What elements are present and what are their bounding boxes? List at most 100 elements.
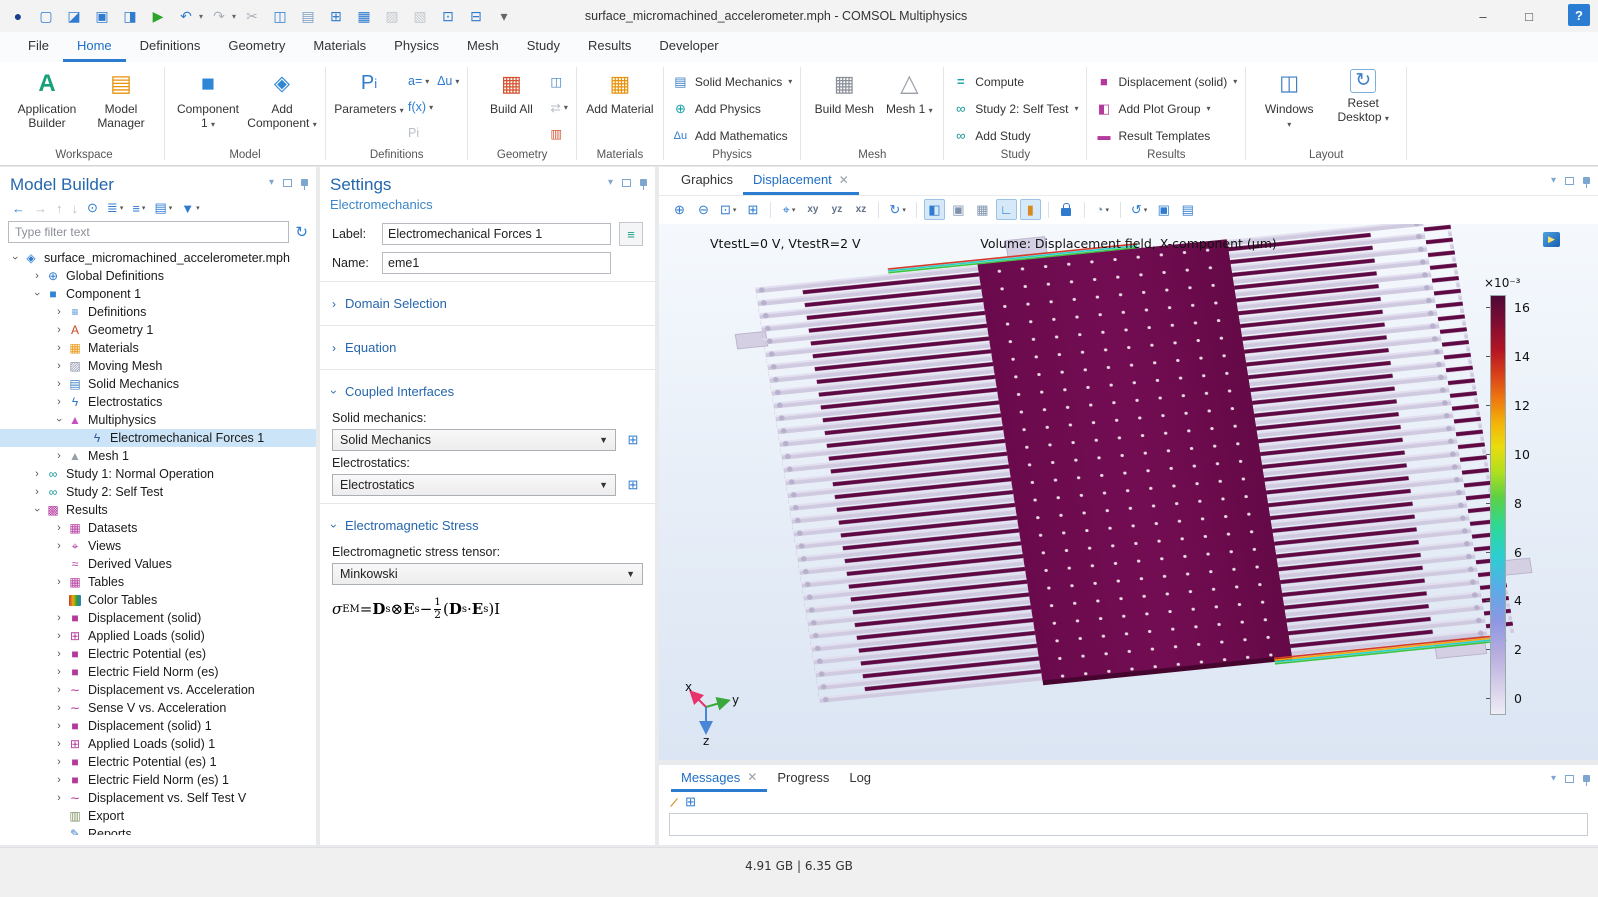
close-icon[interactable]: ✕	[747, 770, 757, 784]
menu-tab-results[interactable]: Results	[574, 32, 645, 62]
tree-item[interactable]: ϟElectromechanical Forces 1	[0, 429, 316, 447]
back-icon[interactable]: ←	[12, 201, 25, 216]
view-xy-icon[interactable]: xy	[802, 199, 823, 220]
stress-tensor-select[interactable]: Minkowski▼	[332, 563, 643, 585]
menu-tab-physics[interactable]: Physics	[380, 32, 453, 62]
new-icon[interactable]: ▢	[34, 4, 58, 28]
tree-item[interactable]: ›∼Displacement vs. Acceleration	[0, 681, 316, 699]
add-interface-icon[interactable]: ⊞	[623, 430, 643, 450]
tree-item[interactable]: ›∼Sense V vs. Acceleration	[0, 699, 316, 717]
chevron-right-icon[interactable]: ›	[52, 360, 66, 372]
comsol-logo-icon[interactable]: ●	[6, 4, 30, 28]
nonlocal-couplings-button[interactable]: Δu▾	[437, 69, 459, 93]
tree-item[interactable]: ✎Reports	[0, 825, 316, 835]
menu-tab-file[interactable]: File	[14, 32, 63, 62]
float-panel-icon[interactable]	[1565, 177, 1574, 185]
save-icon[interactable]: ▣	[90, 4, 114, 28]
menu-tab-definitions[interactable]: Definitions	[126, 32, 215, 62]
parameters-button[interactable]: PiParameters ▾	[334, 67, 404, 116]
chevron-right-icon[interactable]: ›	[52, 540, 66, 552]
tree-item[interactable]: ›∞Study 2: Self Test	[0, 483, 316, 501]
tree-item[interactable]: ›■Electric Potential (es)	[0, 645, 316, 663]
chevron-down-icon[interactable]: ›	[53, 413, 65, 427]
variables-button[interactable]: a=▾	[408, 69, 433, 93]
chevron-right-icon[interactable]: ›	[52, 684, 66, 696]
maximize-icon[interactable]: □	[1506, 0, 1552, 32]
show-color-legend-icon[interactable]: ▮	[1020, 199, 1041, 220]
chevron-right-icon[interactable]: ›	[52, 450, 66, 462]
snapshot-icon[interactable]: ▣	[1153, 199, 1174, 220]
filter-input[interactable]	[8, 221, 289, 243]
zoom-in-icon[interactable]: ⊕	[669, 199, 690, 220]
chevron-right-icon[interactable]: ›	[52, 576, 66, 588]
solid-mechanics-button[interactable]: ▤Solid Mechanics▾	[672, 69, 792, 94]
tree-item[interactable]: ›∞Study 1: Normal Operation	[0, 465, 316, 483]
panel-menu-icon[interactable]: ▾	[608, 177, 613, 188]
import-geometry-button[interactable]: ◫	[550, 69, 568, 93]
chevron-right-icon[interactable]: ›	[52, 720, 66, 732]
add-physics-button[interactable]: ⊕Add Physics	[672, 96, 792, 121]
tree-item[interactable]: ›■Electric Field Norm (es)	[0, 663, 316, 681]
zoom-out-icon[interactable]: ⊖	[693, 199, 714, 220]
chevron-down-icon[interactable]: ›	[9, 251, 21, 265]
show-icon[interactable]: ⊙	[87, 200, 98, 216]
add-component-button[interactable]: ◈Add Component ▾	[247, 67, 317, 130]
minimize-icon[interactable]: –	[1460, 0, 1506, 32]
select-icon[interactable]: ▨	[380, 4, 404, 28]
customize-icon[interactable]: ▾	[492, 4, 516, 28]
tree-item[interactable]: ›■Electric Potential (es) 1	[0, 753, 316, 771]
model-manager-button[interactable]: ▤Model Manager	[86, 67, 156, 130]
view-yz-icon[interactable]: yz	[826, 199, 847, 220]
add-plot-group-button[interactable]: ◧Add Plot Group▾	[1095, 96, 1237, 121]
label-field[interactable]	[382, 223, 611, 245]
section-electromagnetic-stress[interactable]: ›Electromagnetic Stress	[332, 511, 643, 540]
chevron-right-icon[interactable]: ›	[52, 702, 66, 714]
filter-icon[interactable]: ▼▾	[181, 201, 199, 216]
graphics-canvas[interactable]: VtestL=0 V, VtestR=2 V Volume: Displacem…	[659, 224, 1598, 760]
chevron-right-icon[interactable]: ›	[52, 522, 66, 534]
pin-icon[interactable]	[1583, 177, 1590, 184]
rename-icon[interactable]: ≡	[619, 222, 643, 246]
solid-mechanics-select[interactable]: Solid Mechanics▼	[332, 429, 616, 451]
close-icon[interactable]: ✕	[839, 173, 849, 187]
delete-icon[interactable]: ▦	[352, 4, 376, 28]
tab-messages[interactable]: Messages✕	[671, 765, 767, 792]
panel-menu-icon[interactable]: ▾	[269, 177, 274, 188]
livelink-button[interactable]: ⇄▾	[550, 95, 568, 119]
chevron-right-icon[interactable]: ›	[52, 792, 66, 804]
pin-icon[interactable]	[301, 179, 308, 186]
chevron-right-icon[interactable]: ›	[52, 324, 66, 336]
chevron-right-icon[interactable]: ›	[52, 306, 66, 318]
graphics-3d-scene[interactable]	[659, 224, 1598, 760]
open-icon[interactable]: ◪	[62, 4, 86, 28]
go-to-view-icon[interactable]: ⌖▾	[778, 199, 799, 220]
print-icon[interactable]: ▤	[1177, 199, 1198, 220]
chevron-right-icon[interactable]: ›	[52, 756, 66, 768]
menu-tab-mesh[interactable]: Mesh	[453, 32, 513, 62]
tree-item[interactable]: ▥Export	[0, 807, 316, 825]
panel-menu-icon[interactable]: ▾	[1551, 175, 1556, 186]
tree-item[interactable]: ›▲Mesh 1	[0, 447, 316, 465]
tree-item[interactable]: ›▦Tables	[0, 573, 316, 591]
tab-graphics[interactable]: Graphics	[671, 167, 743, 195]
update-plot-icon[interactable]: ↺▾	[1128, 199, 1150, 220]
copy-icon[interactable]: ◫	[268, 4, 292, 28]
chevron-right-icon[interactable]: ›	[52, 738, 66, 750]
show-axes-icon[interactable]: ∟	[996, 199, 1017, 220]
windows-button[interactable]: ◫Windows▾	[1254, 67, 1324, 130]
displacement-plot-button[interactable]: ■Displacement (solid)▾	[1095, 69, 1237, 94]
tree-item[interactable]: ›∼Displacement vs. Self Test V	[0, 789, 316, 807]
functions-button[interactable]: f(x)▾	[408, 95, 433, 119]
float-panel-icon[interactable]	[283, 179, 292, 187]
cut-icon[interactable]: ✂	[240, 4, 264, 28]
tree-item[interactable]: ›⊕Global Definitions	[0, 267, 316, 285]
application-builder-button[interactable]: AApplication Builder	[12, 67, 82, 130]
tree-item[interactable]: ›▤Solid Mechanics	[0, 375, 316, 393]
grid-icon[interactable]: ▦	[972, 199, 993, 220]
electrostatics-select[interactable]: Electrostatics▼	[332, 474, 616, 496]
zoom-extents-icon[interactable]: ⊞	[742, 199, 763, 220]
move-icon[interactable]: ⊞	[324, 4, 348, 28]
study2-button[interactable]: ∞Study 2: Self Test▾	[952, 96, 1078, 121]
group-view-icon[interactable]: ▤▾	[154, 200, 172, 216]
chevron-right-icon[interactable]: ›	[52, 774, 66, 786]
